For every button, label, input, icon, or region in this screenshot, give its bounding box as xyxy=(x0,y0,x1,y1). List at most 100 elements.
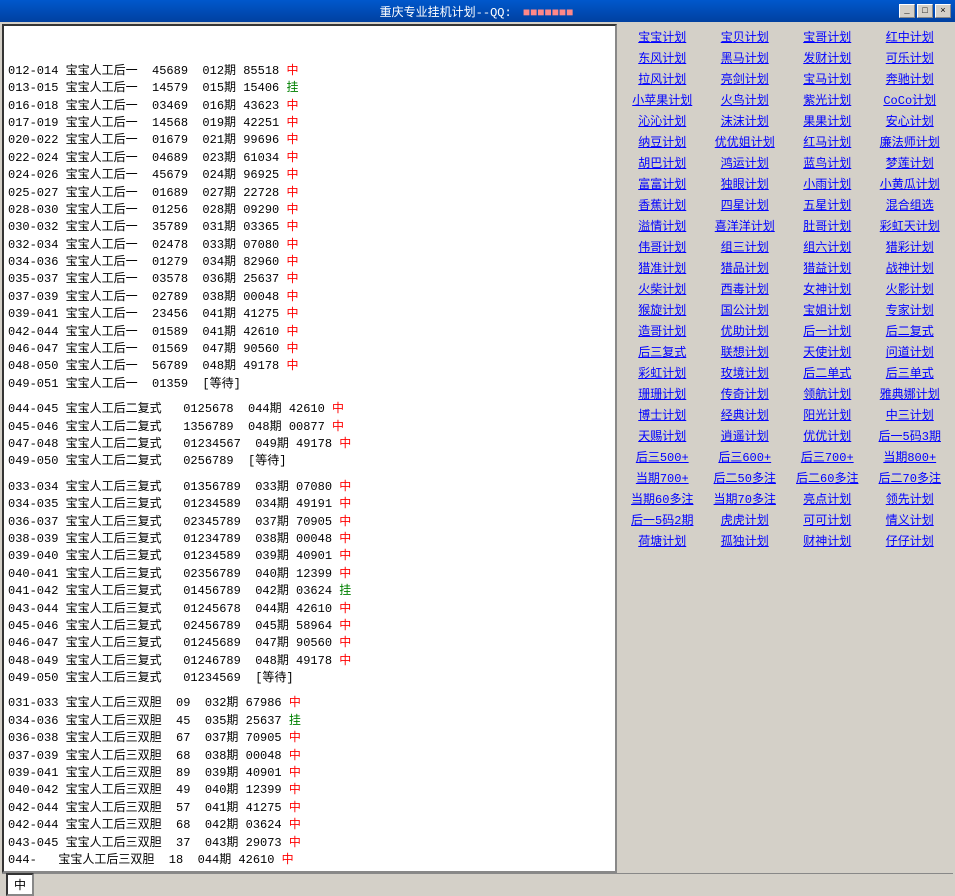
plan-link[interactable]: 天赐计划 xyxy=(636,426,688,445)
plan-link[interactable]: 优优计划 xyxy=(801,426,853,445)
plan-link[interactable]: 珊珊计划 xyxy=(636,384,688,403)
plan-link[interactable]: 后一计划 xyxy=(801,321,853,340)
plan-link[interactable]: 黑马计划 xyxy=(719,48,771,67)
plan-link[interactable]: 优助计划 xyxy=(719,321,771,340)
plan-link[interactable]: 组六计划 xyxy=(801,237,853,256)
plan-link[interactable]: 小雨计划 xyxy=(801,174,853,193)
plan-link[interactable]: 领航计划 xyxy=(801,384,853,403)
plan-link[interactable]: 后二50多注 xyxy=(712,468,778,487)
plan-link[interactable]: 情义计划 xyxy=(884,510,936,529)
plan-link[interactable]: 沫沫计划 xyxy=(719,111,771,130)
plan-link[interactable]: 宝贝计划 xyxy=(719,27,771,46)
plan-link[interactable]: 香蕉计划 xyxy=(636,195,688,214)
plan-link[interactable]: 宝马计划 xyxy=(801,69,853,88)
plan-link[interactable]: 奔驰计划 xyxy=(884,69,936,88)
plan-link[interactable]: 逍遥计划 xyxy=(719,426,771,445)
plan-link[interactable]: 女神计划 xyxy=(801,279,853,298)
plan-link[interactable]: 专家计划 xyxy=(884,300,936,319)
plan-link[interactable]: 宝姐计划 xyxy=(801,300,853,319)
plan-link[interactable]: 荷塘计划 xyxy=(636,531,688,550)
plan-link[interactable]: 混合组选 xyxy=(884,195,936,214)
plan-link[interactable]: 猎彩计划 xyxy=(884,237,936,256)
plan-link[interactable]: 后三复式 xyxy=(636,342,688,361)
plan-link[interactable]: 拉风计划 xyxy=(636,69,688,88)
plan-link[interactable]: 组三计划 xyxy=(719,237,771,256)
plan-link[interactable]: 火鸟计划 xyxy=(719,90,771,109)
plan-link[interactable]: 后一5码3期 xyxy=(877,426,943,445)
maximize-button[interactable]: □ xyxy=(917,4,933,18)
left-scroll-area[interactable]: 012-014 宝宝人工后一 45689 012期 85518 中013-015… xyxy=(4,26,615,871)
plan-link[interactable]: 四星计划 xyxy=(719,195,771,214)
plan-link[interactable]: 天使计划 xyxy=(801,342,853,361)
plan-link[interactable]: 中三计划 xyxy=(884,405,936,424)
plan-link[interactable]: 紫光计划 xyxy=(801,90,853,109)
close-button[interactable]: × xyxy=(935,4,951,18)
plan-link[interactable]: 彩虹天计划 xyxy=(878,216,942,235)
plan-link[interactable]: 玫境计划 xyxy=(719,363,771,382)
plan-link[interactable]: 当期800+ xyxy=(881,447,938,466)
plan-link[interactable]: 孤独计划 xyxy=(719,531,771,550)
plan-link[interactable]: 问道计划 xyxy=(884,342,936,361)
plan-link[interactable]: 鸿运计划 xyxy=(719,153,771,172)
plan-link[interactable]: 独眼计划 xyxy=(719,174,771,193)
plan-link[interactable]: 经典计划 xyxy=(719,405,771,424)
plan-link[interactable]: 战神计划 xyxy=(884,258,936,277)
plan-link[interactable]: 火柴计划 xyxy=(636,279,688,298)
plan-link[interactable]: 喜洋洋计划 xyxy=(713,216,777,235)
plan-link[interactable]: 后二70多注 xyxy=(877,468,943,487)
plan-link[interactable]: CoCo计划 xyxy=(881,90,938,109)
plan-link[interactable]: 阳光计划 xyxy=(801,405,853,424)
plan-link[interactable]: 当期700+ xyxy=(634,468,691,487)
plan-link[interactable]: 优优姐计划 xyxy=(713,132,777,151)
plan-link[interactable]: 当期60多注 xyxy=(629,489,695,508)
plan-link[interactable]: 财神计划 xyxy=(801,531,853,550)
plan-link[interactable]: 后三600+ xyxy=(716,447,773,466)
plan-link[interactable]: 伟哥计划 xyxy=(636,237,688,256)
plan-link[interactable]: 肚哥计划 xyxy=(801,216,853,235)
plan-link[interactable]: 纳豆计划 xyxy=(636,132,688,151)
plan-link[interactable]: 联想计划 xyxy=(719,342,771,361)
plan-link[interactable]: 亮点计划 xyxy=(801,489,853,508)
plan-link[interactable]: 传奇计划 xyxy=(719,384,771,403)
plan-link[interactable]: 造哥计划 xyxy=(636,321,688,340)
plan-link[interactable]: 蓝鸟计划 xyxy=(801,153,853,172)
plan-link[interactable]: 国公计划 xyxy=(719,300,771,319)
plan-link[interactable]: 当期70多注 xyxy=(712,489,778,508)
plan-link[interactable]: 虎虎计划 xyxy=(719,510,771,529)
plan-link[interactable]: 后三500+ xyxy=(634,447,691,466)
plan-link[interactable]: 发财计划 xyxy=(801,48,853,67)
plan-link[interactable]: 领先计划 xyxy=(884,489,936,508)
plan-link[interactable]: 猎益计划 xyxy=(801,258,853,277)
plan-link[interactable]: 宝哥计划 xyxy=(801,27,853,46)
plan-link[interactable]: 猴旋计划 xyxy=(636,300,688,319)
plan-link[interactable]: 廉法师计划 xyxy=(878,132,942,151)
plan-link[interactable]: 仔仔计划 xyxy=(884,531,936,550)
plan-link[interactable]: 西毒计划 xyxy=(719,279,771,298)
plan-link[interactable]: 小苹果计划 xyxy=(630,90,694,109)
plan-link[interactable]: 果果计划 xyxy=(801,111,853,130)
plan-link[interactable]: 溢情计划 xyxy=(636,216,688,235)
plan-link[interactable]: 可乐计划 xyxy=(884,48,936,67)
plan-link[interactable]: 胡巴计划 xyxy=(636,153,688,172)
plan-link[interactable]: 猎准计划 xyxy=(636,258,688,277)
plan-link[interactable]: 雅典娜计划 xyxy=(878,384,942,403)
plan-link[interactable]: 后一5码2期 xyxy=(629,510,695,529)
plan-link[interactable]: 五星计划 xyxy=(801,195,853,214)
minimize-button[interactable]: _ xyxy=(899,4,915,18)
plan-link[interactable]: 猎品计划 xyxy=(719,258,771,277)
plan-link[interactable]: 红马计划 xyxy=(801,132,853,151)
plan-link[interactable]: 后三700+ xyxy=(799,447,856,466)
plan-link[interactable]: 后二复式 xyxy=(884,321,936,340)
plan-link[interactable]: 火影计划 xyxy=(884,279,936,298)
plan-link[interactable]: 梦莲计划 xyxy=(884,153,936,172)
plan-link[interactable]: 后二单式 xyxy=(801,363,853,382)
plan-link[interactable]: 沁沁计划 xyxy=(636,111,688,130)
plan-link[interactable]: 博士计划 xyxy=(636,405,688,424)
plan-link[interactable]: 可可计划 xyxy=(801,510,853,529)
plan-link[interactable]: 富富计划 xyxy=(636,174,688,193)
plan-link[interactable]: 宝宝计划 xyxy=(636,27,688,46)
plan-link[interactable]: 亮剑计划 xyxy=(719,69,771,88)
plan-link[interactable]: 后三单式 xyxy=(884,363,936,382)
plan-link[interactable]: 小黄瓜计划 xyxy=(878,174,942,193)
plan-link[interactable]: 后二60多注 xyxy=(794,468,860,487)
